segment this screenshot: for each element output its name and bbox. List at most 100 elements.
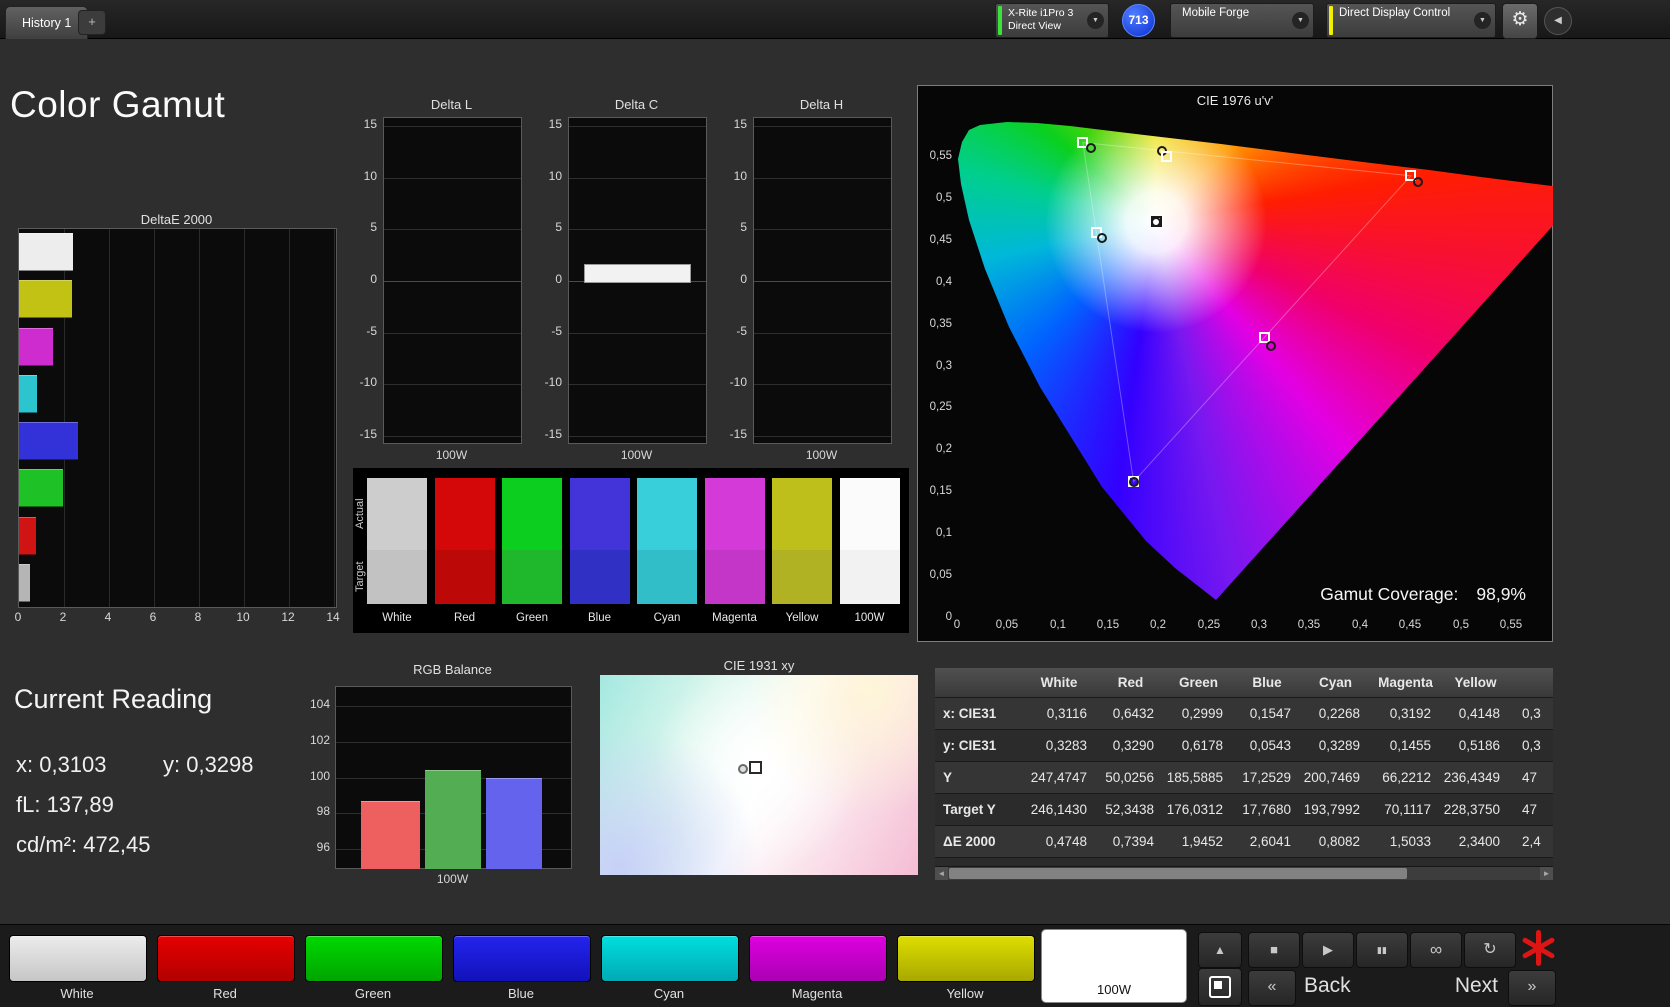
cie-x-tick: 0,25 (1197, 619, 1221, 631)
next-label[interactable]: Next (1402, 974, 1498, 998)
table-cell: 17,7680 (1242, 802, 1291, 817)
delta-gridline (384, 281, 521, 282)
swatch-actual-blue (569, 478, 630, 550)
table-cell: 2,3400 (1458, 834, 1500, 849)
chevron-down-icon[interactable]: ▼ (1087, 12, 1104, 29)
table-cell: 0,3 (1522, 706, 1541, 721)
repeat-button[interactable]: ↻ (1464, 932, 1516, 968)
table-cell: 0,7394 (1112, 834, 1154, 849)
deltae-x-axis: 0 2 4 6 8 10 12 14 (15, 610, 340, 626)
delta-y-tick: 5 (740, 220, 747, 234)
pattern-button-magenta[interactable] (749, 935, 887, 982)
pattern-button-green[interactable] (305, 935, 443, 982)
display-control-label: Direct Display Control (1339, 7, 1451, 19)
pattern-button-label: Red (213, 986, 237, 1001)
scroll-thumb[interactable] (949, 868, 1407, 879)
page-title: Color Gamut (10, 84, 226, 125)
pattern-button-red[interactable] (157, 935, 295, 982)
delta-y-tick: 0 (555, 272, 562, 286)
continuous-button[interactable]: ∞ (1410, 932, 1462, 968)
delta-gridline (384, 333, 521, 334)
delta-y-tick: 5 (370, 220, 377, 234)
rgb-balance-x-label: 100W (436, 872, 469, 886)
pattern-button-label: 100W (1097, 982, 1131, 997)
cie-y-tick: 0,35 (929, 318, 952, 330)
swatch-column-label: 100W (854, 612, 885, 624)
swatch-actual-100w (839, 478, 900, 550)
meter-mode: Direct View (1008, 20, 1061, 32)
table-header-magenta: Magenta (1378, 675, 1433, 690)
cie-y-tick: 0,05 (929, 569, 952, 581)
back-button[interactable]: « (1248, 970, 1296, 1006)
cie-y-tick: 0,5 (936, 192, 952, 204)
delta-y-tick: -5 (366, 324, 377, 338)
chevron-down-icon[interactable]: ▼ (1474, 12, 1491, 29)
delta-gridline (754, 281, 891, 282)
pattern-button-blue[interactable] (453, 935, 591, 982)
deltae-x-tick: 6 (149, 610, 157, 624)
meter-dropdown[interactable]: X-Rite i1Pro 3 Direct View ▼ (995, 3, 1109, 38)
table-cell: 200,7469 (1303, 770, 1360, 785)
delta-gridline (384, 384, 521, 385)
cie-x-tick: 0,5 (1453, 619, 1469, 631)
deltae-x-tick: 0 (14, 610, 22, 624)
cie-x-tick: 0,55 (1499, 619, 1523, 631)
pattern-button-label: Cyan (653, 986, 685, 1001)
table-cell: 50,0256 (1105, 770, 1154, 785)
deltae-bar-100w (19, 233, 73, 271)
table-horizontal-scrollbar[interactable]: ◄ ► (935, 866, 1553, 880)
delta-x-label: 100W (435, 448, 468, 462)
add-tab-button[interactable]: + (78, 10, 106, 35)
table-cell: 247,4747 (1030, 770, 1087, 785)
swatch-actual-yellow (772, 478, 832, 550)
delta-y-tick: 10 (733, 169, 747, 183)
scroll-right-icon[interactable]: ► (1540, 867, 1553, 880)
pause-button[interactable]: ▮▮ (1356, 932, 1408, 968)
workflow-dropdown[interactable]: Mobile Forge ▼ (1170, 3, 1314, 38)
next-button[interactable]: » (1508, 970, 1556, 1006)
delta-y-tick: -10 (359, 375, 377, 389)
gear-icon[interactable]: ⚙ (1502, 3, 1538, 39)
scroll-left-icon[interactable]: ◄ (935, 867, 948, 880)
delta-chart-2 (753, 117, 892, 444)
deltae-chart (18, 228, 337, 608)
pattern-button-label: Green (354, 986, 392, 1001)
table-row: Y 247,4747 50,0256 185,5885 17,2529 200,7469 6… (935, 762, 1553, 794)
table-row: y: CIE31 0,3283 0,3290 0,6178 0,0543 0,3289 0,… (935, 730, 1553, 762)
table-header-yellow: Yellow (1454, 675, 1497, 690)
deltae-x-tick: 10 (236, 610, 250, 624)
chevron-down-icon[interactable]: ▼ (1292, 12, 1309, 29)
display-pattern-button[interactable] (1198, 968, 1242, 1006)
display-control-dropdown[interactable]: Direct Display Control ▼ (1326, 3, 1496, 38)
stop-button[interactable]: ■ (1248, 932, 1300, 968)
table-cell: 0,3290 (1112, 738, 1154, 753)
swatch-target-blue (569, 550, 630, 604)
tab-history-1[interactable]: History 1 (5, 6, 89, 39)
rgb-y-tick: 100 (309, 769, 330, 783)
play-button[interactable]: ▶ (1302, 932, 1354, 968)
cie-1931-title: CIE 1931 xy (723, 658, 795, 673)
delta-y-tick: 0 (740, 272, 747, 286)
back-label[interactable]: Back (1304, 974, 1351, 998)
cie-x-tick: 0,3 (1251, 619, 1267, 631)
table-cell: 0,3289 (1318, 738, 1360, 753)
swatch-row-label-target: Target (354, 561, 366, 593)
blue-measured-marker (1129, 477, 1139, 487)
pattern-button-white[interactable] (9, 935, 147, 982)
table-cell: 0,3192 (1389, 706, 1431, 721)
collapse-panel-icon[interactable]: ◀ (1544, 7, 1572, 35)
table-header-cyan: Cyan (1318, 675, 1352, 690)
swatch-column-label: Yellow (785, 612, 819, 624)
table-cell: 0,1455 (1389, 738, 1431, 753)
table-cell: 185,5885 (1166, 770, 1223, 785)
pattern-button-yellow[interactable] (897, 935, 1035, 982)
swatch-actual-cyan (637, 478, 697, 550)
up-arrow-button[interactable]: ▲ (1198, 932, 1242, 968)
pattern-button-cyan[interactable] (601, 935, 739, 982)
pattern-button-100w[interactable]: 100W (1041, 929, 1187, 1003)
swatch-target-red (434, 550, 495, 604)
delta-y-tick: 0 (370, 272, 377, 286)
swatch-column-label: Cyan (653, 612, 681, 624)
deltae-gridline (289, 229, 290, 607)
cie-x-tick: 0,45 (1398, 619, 1422, 631)
